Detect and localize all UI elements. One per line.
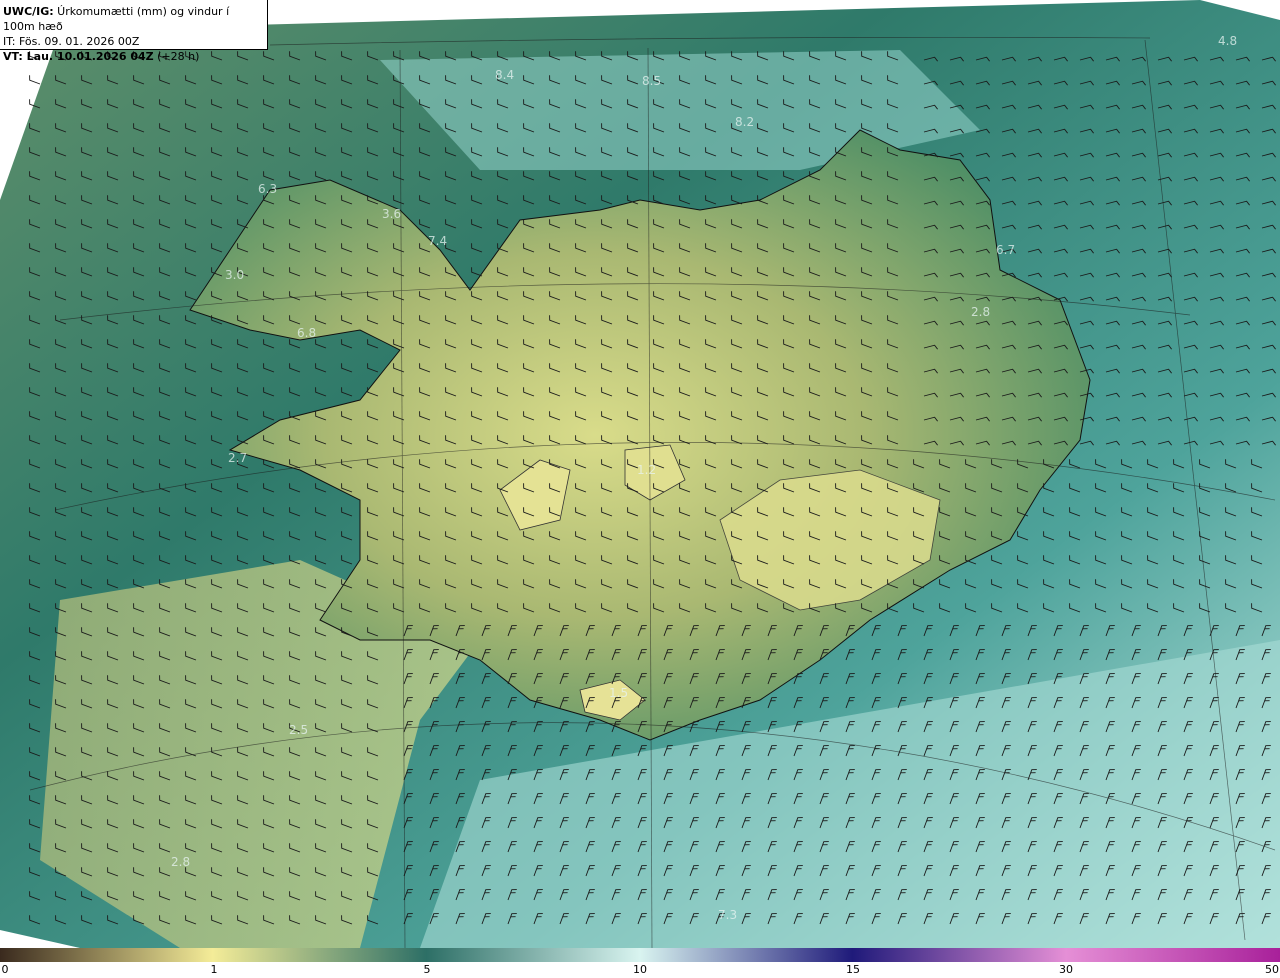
map-label: 2.8 (971, 305, 990, 319)
header-line-init-time: IT: Fös. 09. 01. 2026 00Z (3, 35, 140, 48)
map-header-box: UWC/IG: Úrkomumætti (mm) og vindur í 100… (0, 0, 268, 63)
map-label: 3.0 (225, 268, 244, 282)
map-label: 8.4 (495, 68, 514, 82)
colorbar-tick: 30 (1059, 963, 1073, 976)
map-label: 6.7 (996, 243, 1015, 257)
precipitable-water-map: 4.8 8.4 8.5 8.2 6.3 3.6 7.4 6.7 3.0 2.8 … (0, 0, 1280, 948)
colorbar: 0 1 5 10 15 30 50 (0, 948, 1280, 978)
map-label: 6.3 (258, 182, 277, 196)
map-label: 8.2 (735, 115, 754, 129)
map-label: 7.4 (428, 234, 447, 248)
map-label: 7.3 (718, 908, 737, 922)
colorbar-gradient (0, 948, 1280, 962)
map-label: 2.8 (171, 855, 190, 869)
map-label: 3.6 (382, 207, 401, 221)
colorbar-tick: 0 (1, 963, 9, 976)
map-label: 8.5 (642, 74, 661, 88)
map-label: 4.8 (1218, 34, 1237, 48)
colorbar-tick: 10 (633, 963, 647, 976)
colorbar-tick: 5 (423, 963, 431, 976)
colorbar-tick: 50 (1265, 963, 1279, 976)
map-label: 1.5 (609, 686, 628, 700)
header-line-product: UWC/IG: Úrkomumætti (mm) og vindur í 100… (3, 4, 264, 34)
map-label: 6.8 (297, 326, 316, 340)
map-label: 1.2 (637, 463, 656, 477)
colorbar-tick: 1 (210, 963, 218, 976)
header-lead-time: (+28 h) (153, 50, 200, 63)
header-line-valid-time: VT: Lau. 10.01.2026 04Z (+28 h) (3, 49, 264, 64)
map-label: 2.7 (228, 451, 247, 465)
header-product-code: UWC/IG: (3, 5, 54, 18)
header-valid-time: VT: Lau. 10.01.2026 04Z (3, 50, 154, 63)
map-label: 2.5 (289, 723, 308, 737)
colorbar-tick: 15 (846, 963, 860, 976)
